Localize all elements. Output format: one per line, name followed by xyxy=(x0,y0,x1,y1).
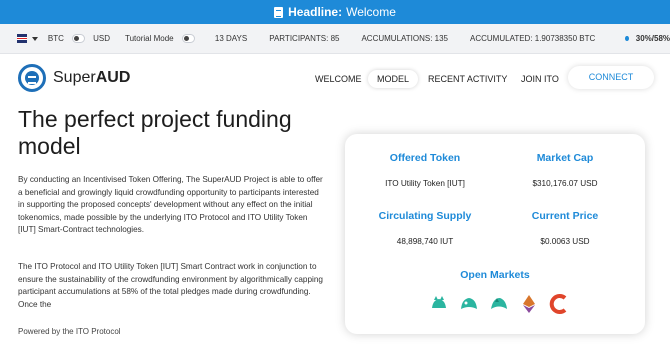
currency-usd-label: USD xyxy=(93,34,111,43)
circulating-supply-label: Circulating Supply xyxy=(378,210,472,222)
headline-bar: Headline: Welcome xyxy=(0,0,670,24)
nav-model[interactable]: MODEL xyxy=(368,70,419,88)
tutorial-mode-label: Tutorial Mode xyxy=(125,34,174,43)
connect-button[interactable]: CONNECT xyxy=(568,66,654,89)
language-dropdown-caret-icon[interactable] xyxy=(31,36,38,41)
hero-paragraph-1: By conducting an Incentivised Token Offe… xyxy=(18,175,323,235)
nav-welcome[interactable]: WELCOME xyxy=(315,70,362,88)
superaud-logo-icon xyxy=(18,64,46,92)
progress-text: 30%/58% xyxy=(635,34,670,43)
currency-btc-label: BTC xyxy=(47,34,64,43)
hero-title: The perfect project funding model xyxy=(18,106,292,159)
pancakeswap-icon[interactable] xyxy=(429,294,449,314)
document-icon xyxy=(274,6,284,18)
open-markets-label: Open Markets xyxy=(460,269,530,281)
toggle-knob xyxy=(73,36,79,41)
sushiswap-icon[interactable] xyxy=(489,294,509,314)
headline-label: Headline: xyxy=(288,5,343,19)
market-cap-value: $310,176.07 USD xyxy=(532,179,598,188)
logo[interactable]: SuperAUD xyxy=(18,64,130,92)
main-nav: SuperAUD WELCOME MODEL RECENT ACTIVITY J… xyxy=(0,55,670,101)
offered-token-label: Offered Token xyxy=(389,152,461,164)
nav-join-ito[interactable]: JOIN ITO xyxy=(521,70,559,88)
circulating-supply-value: 48,898,740 IUT xyxy=(396,237,454,246)
tutorial-mode-toggle[interactable] xyxy=(181,34,195,43)
uniswap-icon[interactable] xyxy=(459,294,479,314)
uk-flag-icon[interactable] xyxy=(17,34,27,43)
logo-text-bold: AUD xyxy=(95,69,131,86)
participants-count: PARTICIPANTS: 85 xyxy=(269,34,340,43)
toggle-knob xyxy=(183,36,189,41)
headline-text: Welcome xyxy=(346,5,396,19)
market-cap-label: Market Cap xyxy=(536,152,594,164)
accumulated-total: ACCUMULATED: 1.90738350 BTC xyxy=(470,34,596,43)
hero-paragraph-2: The ITO Protocol and ITO Utility Token [… xyxy=(18,262,323,309)
days-remaining: 13 DAYS xyxy=(214,34,248,43)
logo-text-light: Super xyxy=(53,69,96,86)
logo-text: SuperAUD xyxy=(53,69,130,87)
current-price-value: $0.0063 USD xyxy=(540,237,590,246)
status-bar: BTC USD Tutorial Mode 13 DAYS PARTICIPAN… xyxy=(0,24,670,54)
current-price-label: Current Price xyxy=(531,210,599,222)
nav-recent-activity[interactable]: RECENT ACTIVITY xyxy=(428,70,507,88)
offered-token-value: ITO Utility Token [IUT] xyxy=(385,179,465,188)
hero-section: The perfect project funding model By con… xyxy=(0,101,670,357)
token-stats-card: Offered Token ITO Utility Token [IUT] Ma… xyxy=(345,134,645,334)
currency-toggle[interactable] xyxy=(71,34,86,43)
accumulations-count: ACCUMULATIONS: 135 xyxy=(361,34,449,43)
powered-by-text: Powered by the ITO Protocol xyxy=(18,327,121,336)
ethereum-icon[interactable] xyxy=(519,294,539,314)
progress-dot-icon xyxy=(625,36,629,41)
market-icons xyxy=(429,294,579,314)
coingecko-icon[interactable] xyxy=(549,294,569,314)
